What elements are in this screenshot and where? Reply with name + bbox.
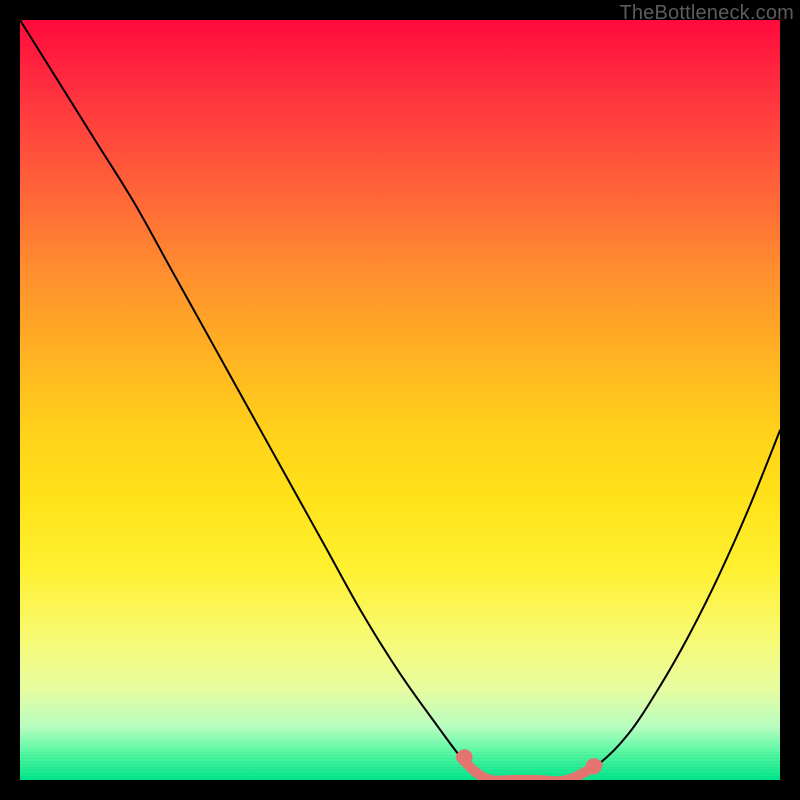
- curve-layer: [20, 20, 780, 780]
- optimal-band-cap-left: [457, 749, 473, 765]
- optimal-band-cap-right: [586, 758, 602, 774]
- bottleneck-curve: [20, 20, 780, 780]
- watermark-text: TheBottleneck.com: [619, 2, 794, 25]
- chart-plot-area: [20, 20, 780, 780]
- optimal-band-highlight: [461, 757, 598, 780]
